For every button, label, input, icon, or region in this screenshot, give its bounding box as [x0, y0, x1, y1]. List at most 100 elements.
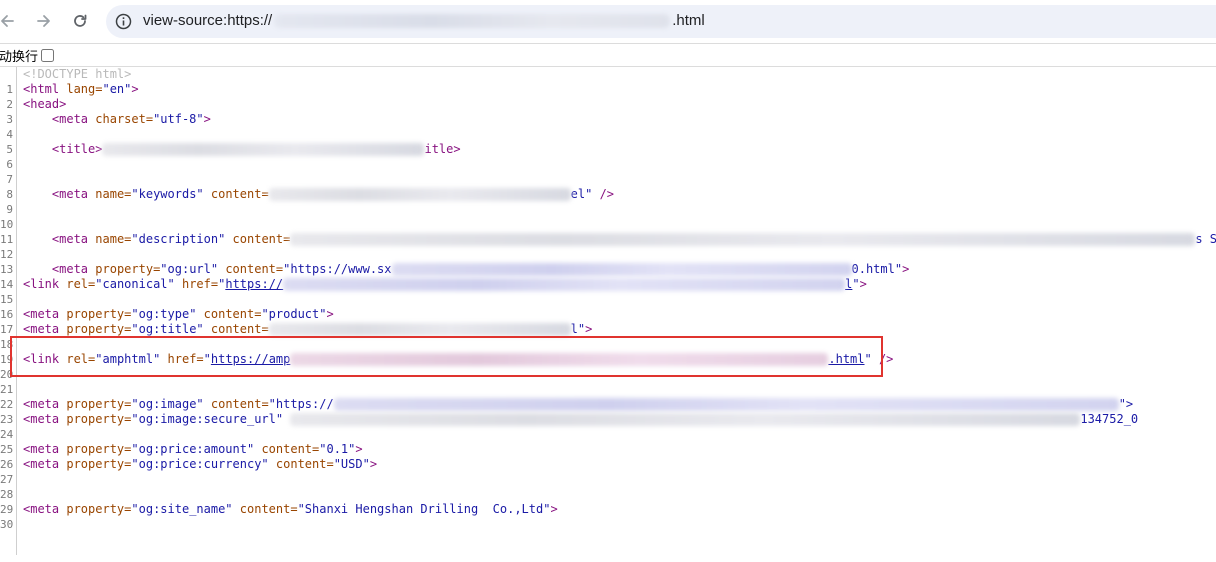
reload-button[interactable]	[67, 8, 93, 34]
attr-value: 0.html"	[851, 262, 903, 276]
canonical-link[interactable]: https://	[225, 277, 283, 291]
tag-end: >	[131, 82, 139, 96]
source-line: 14 <meta property="og:url" content="http…	[0, 262, 1216, 291]
attr-value: "og:site_name"	[131, 502, 233, 516]
attr-value: s S	[1195, 232, 1216, 246]
address-bar[interactable]: view-source:https:// .html	[106, 5, 1216, 38]
tag-end: >	[902, 262, 910, 276]
source-line: 11	[0, 217, 1216, 246]
source-line: 17 <meta property="og:type" content="pro…	[0, 307, 1216, 336]
source-line: 10	[0, 202, 1216, 231]
source-line: 3 <head>	[0, 97, 1216, 126]
browser-toolbar: view-source:https:// .html	[0, 0, 1216, 43]
arrow-left-icon	[1, 15, 14, 27]
meta-tag: <meta	[51, 232, 96, 246]
meta-tag: <meta	[23, 502, 67, 516]
source-line: 1 <!DOCTYPE html>	[0, 67, 1216, 96]
attr-value: "og:price:amount"	[131, 442, 255, 456]
tag-end: >	[355, 442, 363, 456]
tag-end: >	[859, 277, 867, 291]
attr-name: property=	[66, 442, 132, 456]
tag-end: >	[326, 307, 334, 321]
redacted-text	[268, 323, 571, 336]
meta-tag: <meta	[23, 412, 67, 426]
attr-name: name=	[95, 232, 132, 246]
attr-value: "utf-8"	[153, 112, 204, 126]
source-line: 25	[0, 427, 1216, 456]
attr-value: ">	[1118, 397, 1134, 411]
highlight-annotation-box	[10, 336, 883, 377]
attr-value: "0.1"	[319, 442, 356, 456]
attr-value: "product"	[261, 307, 327, 321]
line-number: 30	[0, 518, 14, 531]
attr-value: 134752_0	[1080, 412, 1139, 426]
attr-value: "description"	[131, 232, 226, 246]
url-suffix: .html	[672, 12, 705, 29]
meta-tag: <meta	[51, 187, 96, 201]
source-line: 27 <meta property="og:price:currency" co…	[0, 457, 1216, 486]
source-line: 29	[0, 487, 1216, 516]
source-line: 30 <meta property="og:site_name" content…	[0, 502, 1216, 531]
attr-value: "og:price:currency"	[131, 457, 269, 471]
attr-name: name=	[95, 187, 132, 201]
source-view: 1 <!DOCTYPE html> 2 <html lang="en"> 3 <…	[0, 66, 1216, 555]
attr-name: content=	[232, 232, 291, 246]
line-wrap-checkbox[interactable]	[41, 48, 55, 62]
line-wrap-label: 动换行	[0, 48, 39, 64]
source-line: 26 <meta property="og:price:amount" cont…	[0, 442, 1216, 471]
attr-value: "og:image"	[131, 397, 204, 411]
attr-value: "https://www.sx	[283, 262, 392, 276]
attr-name: content=	[210, 322, 269, 336]
source-line: 7	[0, 157, 1216, 186]
source-line: 18 <meta property="og:title" content= l">	[0, 322, 1216, 351]
attr-value: "canonical"	[95, 277, 175, 291]
source-line: 6 <title> itle>	[0, 142, 1216, 171]
attr-value: "USD"	[333, 457, 370, 471]
source-line: 15 <link rel="canonical" href="https://l…	[0, 277, 867, 306]
redacted-text	[391, 263, 852, 276]
attr-name: property=	[66, 397, 132, 411]
forward-button[interactable]	[31, 8, 57, 34]
doctype: <!DOCTYPE html>	[23, 67, 132, 81]
attr-name: content=	[203, 307, 262, 321]
meta-tag: <meta	[23, 397, 67, 411]
attr-name: content=	[261, 442, 320, 456]
attr-name: content=	[225, 262, 284, 276]
meta-tag: <meta	[51, 112, 96, 126]
redacted-text	[290, 233, 1196, 246]
attr-name: href=	[181, 277, 219, 291]
attr-name: rel=	[66, 277, 96, 291]
url-text[interactable]: view-source:https:// .html	[143, 12, 705, 29]
redacted-link[interactable]	[283, 278, 846, 291]
source-line: 4 <meta charset="utf-8">	[0, 112, 1216, 141]
tag-end: >	[369, 457, 378, 471]
url-prefix: view-source:https://	[143, 12, 273, 29]
source-line: 28	[0, 472, 1216, 501]
attr-value: "og:image:secure_url"	[131, 412, 284, 426]
attr-name: content=	[239, 502, 298, 516]
title-close-tag: itle>	[424, 142, 461, 156]
source-line: 8	[0, 172, 1216, 201]
attr-name: content=	[275, 457, 334, 471]
reload-icon	[74, 14, 87, 27]
attr-value: "og:type"	[131, 307, 197, 321]
back-button[interactable]	[0, 8, 20, 34]
info-icon[interactable]	[115, 13, 132, 35]
source-line: 12 <meta name="description" content= s S	[0, 232, 1216, 261]
attr-name: charset=	[95, 112, 154, 126]
tag-end: />	[592, 187, 615, 201]
meta-tag: <meta	[23, 442, 67, 456]
attr-value: "en"	[102, 82, 132, 96]
attr-name: lang=	[66, 82, 103, 96]
toolbar-divider	[0, 43, 1216, 44]
tag-end: >	[550, 502, 558, 516]
attr-name: content=	[210, 397, 269, 411]
arrow-right-icon	[37, 15, 50, 27]
redacted-text	[102, 143, 425, 156]
source-line: 23 <meta property="og:image" content="ht…	[0, 397, 1216, 426]
attr-value: "og:url"	[160, 262, 219, 276]
attr-name: content=	[210, 187, 269, 201]
attr-value: "Shanxi Hengshan Drilling Co.,Ltd"	[297, 502, 551, 516]
redacted-text	[290, 413, 1081, 426]
attr-name: property=	[66, 307, 132, 321]
